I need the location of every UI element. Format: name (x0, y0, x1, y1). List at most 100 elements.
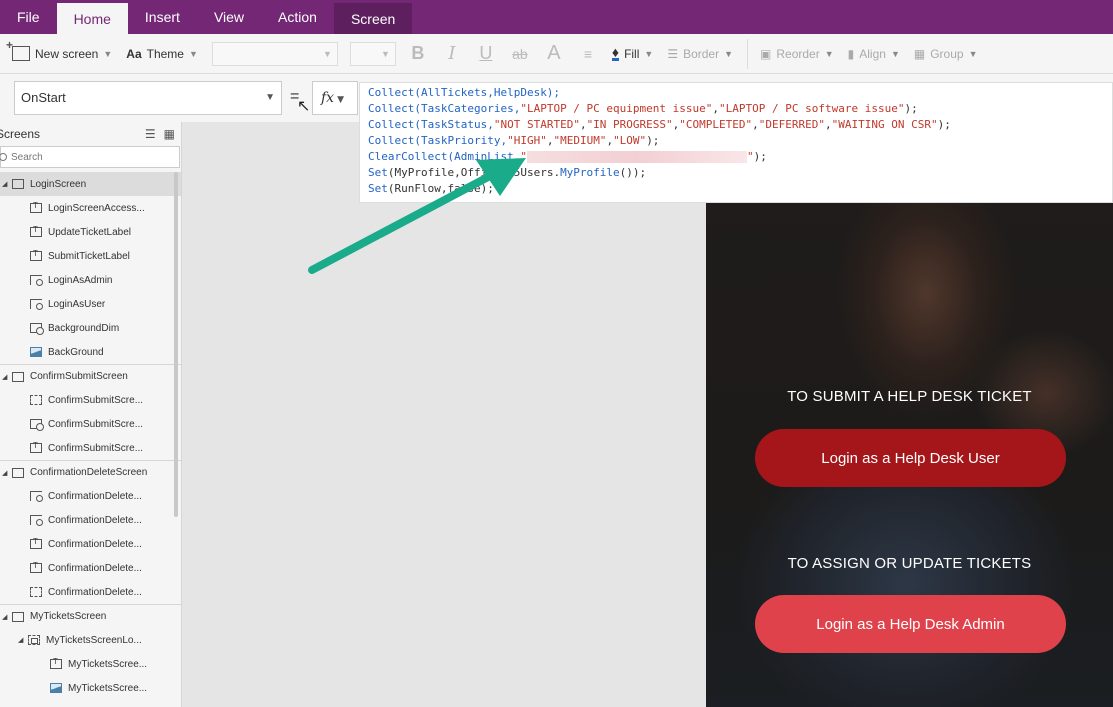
tree-item-label: MyTicketsScreen (30, 611, 107, 622)
tab-file[interactable]: File (0, 0, 57, 34)
mouse-cursor-icon: ↖ (297, 98, 311, 115)
paint-bucket-icon: ♦ (611, 44, 620, 61)
tree-item[interactable]: BackGround (0, 340, 181, 364)
italic-button[interactable]: I (442, 43, 462, 64)
chevron-down-icon: ▼ (890, 48, 900, 59)
login-as-user-button[interactable]: Login as a Help Desk User (755, 429, 1066, 487)
tree-header: Screens ☰ ▦ (0, 122, 181, 146)
code-function: Set (368, 182, 388, 195)
label-icon (30, 537, 42, 549)
tab-home[interactable]: Home (56, 3, 128, 34)
collapse-triangle-icon[interactable]: ◢ (18, 636, 28, 644)
code-string: "DEFERRED" (758, 118, 825, 131)
tree-item[interactable]: LoginAsAdmin (0, 268, 181, 292)
tree-item[interactable]: ConfirmationDelete... (0, 508, 181, 532)
code-punct: ); (904, 102, 918, 115)
font-color-button[interactable]: A (544, 42, 564, 65)
tree-item[interactable]: ◢ MyTicketsScreenLo... (0, 628, 181, 652)
formula-editor[interactable]: Collect(AllTickets,HelpDesk); Collect(Ta… (359, 82, 1113, 203)
search-input[interactable]: Search (0, 146, 180, 168)
border-button[interactable]: ☰ Border ▼ (667, 47, 733, 61)
tree-item[interactable]: ConfirmationDelete... (0, 484, 181, 508)
tree-item[interactable]: ConfirmationDelete... (0, 532, 181, 556)
font-family-select[interactable]: ▼ (211, 41, 338, 66)
tree-item[interactable]: BackgroundDim (0, 316, 181, 340)
tree-item[interactable]: MyTicketsScree... (0, 652, 181, 676)
font-size-select[interactable]: ▼ (349, 41, 396, 66)
code-args: (TaskCategories, (414, 102, 521, 115)
code-function: Collect (368, 86, 415, 99)
tree-item-confirmsubmitscreen[interactable]: ◢ ConfirmSubmitScreen (0, 364, 181, 388)
code-args: (AllTickets,HelpDesk); (414, 86, 561, 99)
code-function: MyProfile (560, 166, 620, 179)
fill-button[interactable]: ♦ Fill ▼ (611, 44, 653, 61)
tree-item-label: MyTicketsScree... (68, 682, 148, 694)
formula-line: Set(MyProfile,Office365Users.MyProfile()… (368, 165, 1104, 181)
tree-item[interactable]: ConfirmSubmitScre... (0, 388, 181, 412)
list-view-icon[interactable]: ☰ (145, 127, 156, 141)
property-dropdown[interactable]: OnStart ▼ (14, 81, 282, 115)
tree-item[interactable]: ConfirmationDelete... (0, 556, 181, 580)
tree-item[interactable]: MyTicketsScree... (0, 676, 181, 700)
tree-item[interactable]: ConfirmSubmitScre... (0, 412, 181, 436)
tree-item-label: ConfirmationDelete... (48, 586, 142, 598)
border-icon: ☰ (667, 46, 679, 61)
tree-item-label: SubmitTicketLabel (48, 250, 130, 262)
tree-item[interactable]: UpdateTicketLabel (0, 220, 181, 244)
tab-screen[interactable]: Screen (333, 3, 413, 34)
code-string: "COMPLETED" (679, 118, 753, 131)
collapse-triangle-icon[interactable]: ◢ (2, 373, 12, 381)
fx-button[interactable]: fx ▼ (312, 81, 358, 115)
code-args: (AdminList, (447, 150, 521, 163)
login-as-admin-button[interactable]: Login as a Help Desk Admin (755, 595, 1066, 653)
align-label: Align (859, 46, 886, 61)
collapse-triangle-icon[interactable]: ◢ (2, 469, 12, 477)
new-screen-icon (6, 38, 30, 61)
menu-bar: File Home Insert View Action Screen (0, 0, 1113, 34)
reorder-button[interactable]: ▣ Reorder ▼ (760, 47, 834, 61)
tree-item-label: LoginScreen (30, 178, 87, 190)
chevron-down-icon: ▼ (968, 48, 978, 59)
code-string: "MEDIUM" (553, 134, 607, 147)
align-button[interactable]: ▮ Align ▼ (848, 47, 900, 61)
collapse-triangle-icon[interactable]: ◢ (2, 613, 12, 621)
property-value: OnStart (21, 90, 66, 105)
tree-item-label: ConfirmSubmitScre... (48, 394, 144, 406)
chevron-down-icon: ▼ (322, 48, 332, 59)
code-function: Collect (368, 118, 415, 131)
code-function: Set (368, 166, 388, 179)
group-button[interactable]: ▦ Group ▼ (914, 47, 978, 61)
tab-insert[interactable]: Insert (128, 0, 197, 34)
theme-button[interactable]: Aa Theme ▼ (126, 47, 198, 61)
tree-item[interactable]: LoginAsUser (0, 292, 181, 316)
chevron-down-icon: ▼ (103, 48, 113, 59)
button-icon (30, 275, 43, 286)
tree-item-confirmationdeletescreen[interactable]: ◢ ConfirmationDeleteScreen (0, 460, 181, 484)
strikethrough-button[interactable]: ab (510, 46, 530, 62)
code-string: "HIGH" (507, 134, 547, 147)
tab-action[interactable]: Action (261, 0, 334, 34)
tree-item[interactable]: LoginScreenAccess... (0, 196, 181, 220)
label-icon (30, 201, 42, 213)
grid-view-icon[interactable]: ▦ (164, 127, 175, 141)
screen-icon (12, 467, 24, 478)
tree-item-label: ConfirmSubmitScre... (48, 442, 144, 454)
chevron-down-icon: ▼ (265, 92, 275, 103)
tree-item-loginscreen[interactable]: ◢ LoginScreen (0, 172, 181, 196)
tab-view[interactable]: View (197, 0, 261, 34)
tree-item[interactable]: ConfirmSubmitScre... (0, 436, 181, 460)
tree-item[interactable]: SubmitTicketLabel (0, 244, 181, 268)
text-align-button[interactable]: ≡ (578, 46, 598, 62)
label-icon (50, 657, 62, 669)
underline-button[interactable]: U (476, 43, 496, 64)
redacted-block (526, 151, 747, 163)
tree-scrollbar[interactable] (174, 172, 178, 517)
tree-item-myticketsscreen[interactable]: ◢ MyTicketsScreen (0, 604, 181, 628)
group-icon (28, 635, 40, 645)
bold-button[interactable]: B (408, 43, 428, 64)
image-icon (30, 347, 42, 357)
collapse-triangle-icon[interactable]: ◢ (2, 180, 12, 188)
new-screen-button[interactable]: New screen ▼ (6, 38, 113, 61)
code-string: "NOT STARTED" (493, 118, 580, 131)
tree-item[interactable]: ConfirmationDelete... (0, 580, 181, 604)
